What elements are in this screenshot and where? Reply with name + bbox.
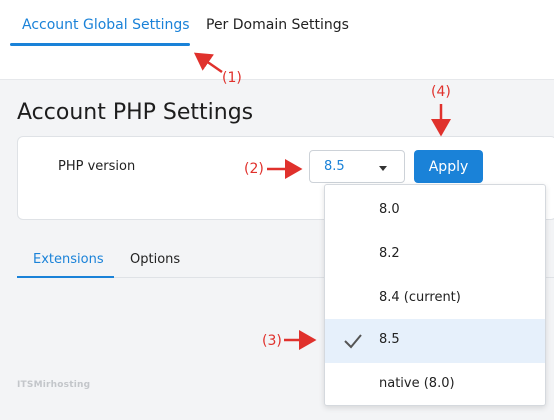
tab-per-domain-settings[interactable]: Per Domain Settings bbox=[206, 17, 349, 33]
dropdown-option-8-5[interactable]: 8.5 bbox=[325, 319, 545, 363]
tab-options[interactable]: Options bbox=[130, 252, 180, 267]
php-version-label: PHP version bbox=[58, 159, 136, 174]
tab-account-global-settings[interactable]: Account Global Settings bbox=[22, 17, 190, 33]
option-label: 8.0 bbox=[379, 202, 400, 217]
dropdown-option-8-0[interactable]: 8.0 bbox=[325, 189, 545, 233]
php-version-selected-value: 8.5 bbox=[324, 159, 345, 174]
annotation-label-4: (4) bbox=[431, 84, 451, 100]
watermark: ITSMirhosting bbox=[17, 380, 91, 390]
annotation-label-3: (3) bbox=[262, 333, 282, 349]
option-label: native (8.0) bbox=[379, 376, 455, 391]
top-tab-bar: Account Global Settings Per Domain Setti… bbox=[0, 0, 554, 80]
php-version-dropdown: 8.0 8.2 8.4 (current) 8.5 native (8.0) bbox=[324, 184, 546, 406]
dropdown-option-native[interactable]: native (8.0) bbox=[325, 363, 545, 407]
option-label: 8.2 bbox=[379, 246, 400, 261]
active-subtab-indicator bbox=[17, 276, 114, 278]
page-title: Account PHP Settings bbox=[17, 100, 254, 125]
apply-button[interactable]: Apply bbox=[414, 150, 483, 183]
option-label: 8.5 bbox=[379, 332, 400, 347]
php-version-select[interactable]: 8.5 bbox=[309, 150, 405, 183]
tab-extensions[interactable]: Extensions bbox=[33, 252, 104, 267]
checkmark-icon bbox=[344, 334, 362, 349]
annotation-label-1: (1) bbox=[222, 70, 242, 86]
option-label: 8.4 (current) bbox=[379, 290, 461, 305]
chevron-down-icon bbox=[379, 166, 387, 171]
dropdown-option-8-4-current[interactable]: 8.4 (current) bbox=[325, 277, 545, 321]
active-tab-indicator bbox=[10, 43, 190, 46]
dropdown-option-8-2[interactable]: 8.2 bbox=[325, 233, 545, 277]
annotation-label-2: (2) bbox=[244, 161, 264, 177]
